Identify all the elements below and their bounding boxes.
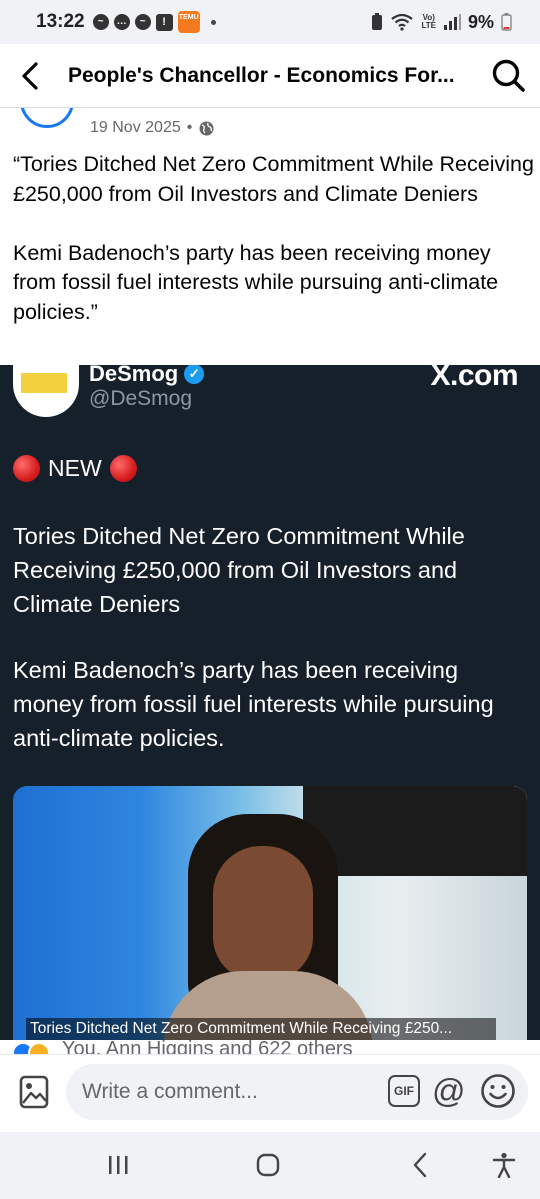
- photo-caption: Tories Ditched Net Zero Commitment While…: [26, 1018, 496, 1040]
- desmog-logo-icon: [21, 373, 67, 393]
- verified-badge-icon: ✓: [184, 365, 205, 384]
- post-paragraph: “Tories Ditched Net Zero Commitment Whil…: [13, 152, 534, 206]
- x-logo: X.com: [430, 365, 518, 392]
- accessibility-button[interactable]: [484, 1150, 524, 1180]
- post-meta: 19 Nov 2025 •: [90, 119, 215, 137]
- post-date[interactable]: 19 Nov 2025: [90, 119, 181, 137]
- wifi-icon: [391, 13, 414, 31]
- page-title: People's Chancellor - Economics For...: [68, 63, 455, 87]
- battery-saver-icon: [372, 13, 383, 30]
- search-button[interactable]: [478, 44, 540, 108]
- accessibility-icon: [492, 1152, 516, 1178]
- system-nav-bar: [0, 1132, 540, 1199]
- mention-button[interactable]: @: [432, 1069, 466, 1113]
- back-arrow-icon: [22, 61, 38, 90]
- reactions-row[interactable]: You, Ann Higgins and 622 others: [0, 1040, 540, 1054]
- system-icons: Vo) LTE 9%: [371, 12, 512, 33]
- post-content: 19 Nov 2025 • “Tories Ditched Net Zero C…: [0, 108, 540, 365]
- tweet-author-name: DeSmog: [89, 365, 179, 386]
- haha-reaction-icon: [28, 1042, 50, 1054]
- lte-label: Vo) LTE: [421, 13, 436, 30]
- post-text: “Tories Ditched Net Zero Commitment Whil…: [13, 150, 537, 327]
- recent-apps-button[interactable]: [98, 1150, 138, 1180]
- tweet-body: Tories Ditched Net Zero Commitment While…: [13, 519, 533, 787]
- tweet-handle: @DeSmog: [89, 387, 193, 410]
- gif-button[interactable]: GIF: [388, 1075, 420, 1107]
- meta-separator: •: [186, 119, 193, 136]
- emoji-icon[interactable]: [480, 1073, 516, 1109]
- back-nav-button[interactable]: [400, 1150, 440, 1180]
- reaction-summary[interactable]: You, Ann Higgins and 622 others: [62, 1040, 353, 1054]
- red-circle-icon: [13, 455, 40, 482]
- home-icon: [256, 1153, 280, 1177]
- status-time: 13:22: [36, 11, 85, 32]
- tweet-paragraph: Kemi Badenoch’s party has been receiving…: [13, 657, 494, 751]
- chat-icon: …: [113, 14, 130, 30]
- reaction-icons: [12, 1042, 50, 1054]
- signal-icon: [443, 14, 461, 30]
- status-bar: 13:22 ~ … ~ ! TEMU Vo) LTE 9%: [0, 0, 540, 44]
- globe-icon: [199, 121, 214, 135]
- tweet-paragraph: Tories Ditched Net Zero Commitment While…: [13, 523, 465, 617]
- tweet-new-label: NEW: [13, 455, 137, 482]
- app-header: People's Chancellor - Economics For...: [0, 44, 540, 108]
- comment-placeholder: Write a comment...: [82, 1080, 258, 1103]
- photo-person-face: [213, 846, 313, 981]
- photo-attach-button[interactable]: [14, 1072, 54, 1112]
- page-avatar[interactable]: [20, 108, 74, 128]
- comment-bar: Write a comment... GIF @: [0, 1054, 540, 1132]
- alert-icon: !: [155, 13, 173, 31]
- photo-icon: [19, 1075, 49, 1109]
- back-nav-icon: [413, 1152, 427, 1178]
- tweet-photo: Tories Ditched Net Zero Commitment While…: [13, 786, 527, 1040]
- more-notifications-icon: [210, 19, 216, 25]
- battery-icon: [501, 13, 512, 31]
- battery-percent: 9%: [467, 11, 494, 32]
- messenger-icon-2: ~: [134, 14, 151, 30]
- notification-icons: ~ … ~ ! TEMU: [92, 11, 216, 33]
- post-paragraph: Kemi Badenoch’s party has been receiving…: [13, 240, 499, 324]
- desmog-avatar: [13, 365, 79, 417]
- temu-app-icon: TEMU: [177, 11, 200, 33]
- tweet-image[interactable]: DeSmog ✓ @DeSmog X.com NEW Tories Ditche…: [0, 365, 540, 1040]
- tweet-name-row: DeSmog ✓: [89, 365, 205, 387]
- home-button[interactable]: [248, 1150, 288, 1180]
- back-button[interactable]: [0, 44, 60, 108]
- red-circle-icon: [109, 455, 137, 482]
- search-icon: [492, 59, 525, 92]
- messenger-icon: ~: [92, 14, 109, 30]
- recent-apps-icon: [109, 1156, 128, 1174]
- new-text: NEW: [48, 455, 102, 481]
